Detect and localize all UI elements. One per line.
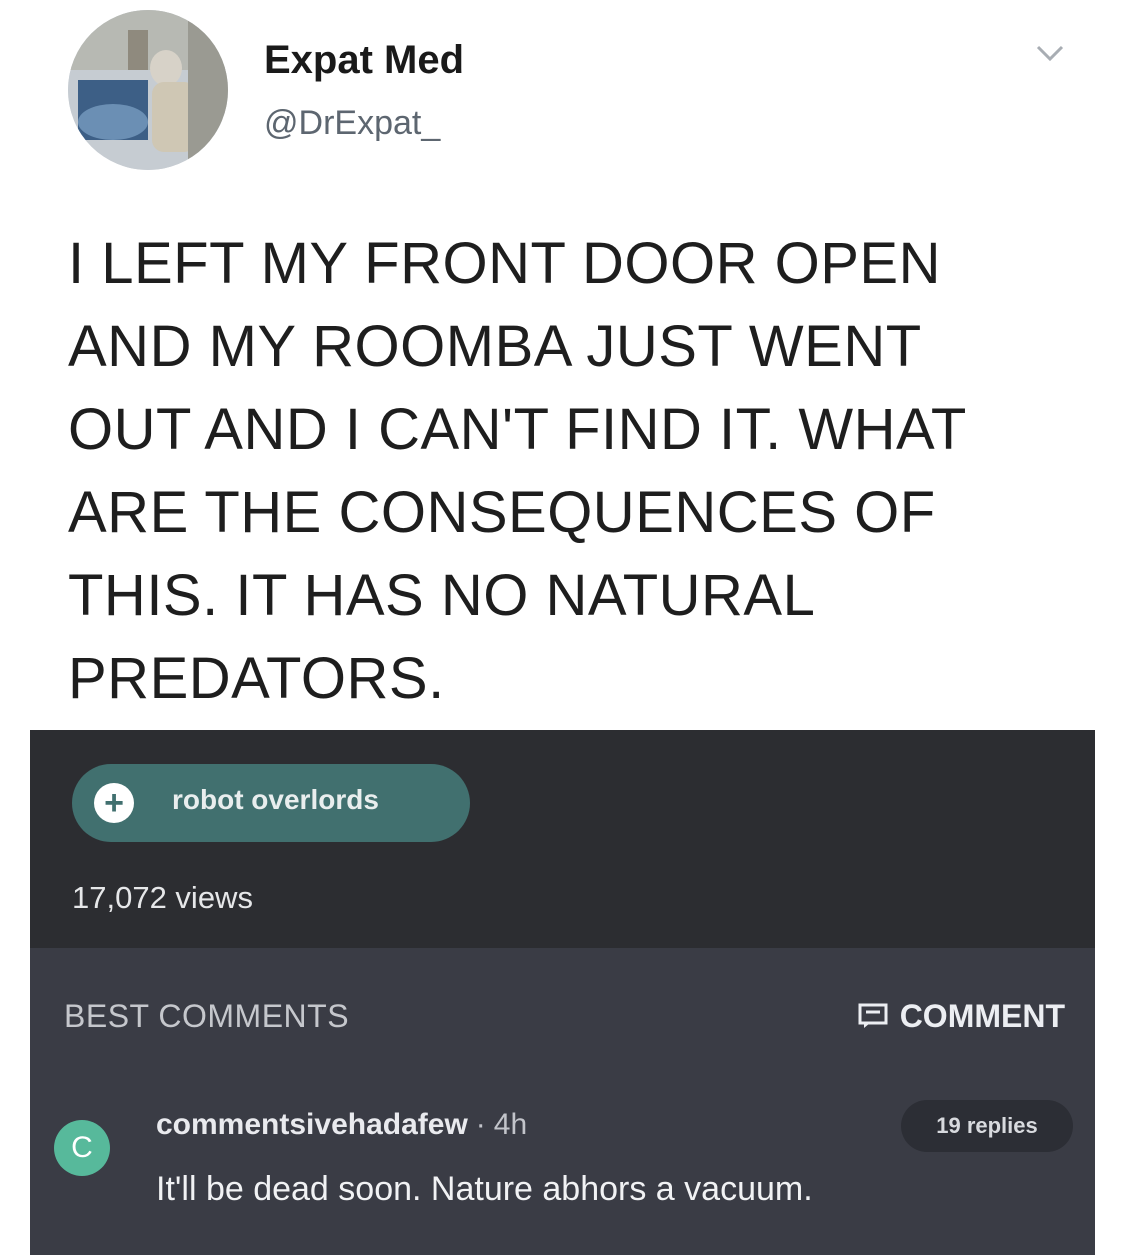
tweet-line: THIS. IT HAS NO NATURAL bbox=[68, 563, 816, 628]
tweet-text: I LEFT MY FRONT DOOR OPEN AND MY ROOMBA … bbox=[68, 222, 1058, 720]
comment-button[interactable]: COMMENT bbox=[858, 996, 1065, 1036]
comment-icon bbox=[858, 1003, 888, 1028]
display-name[interactable]: Expat Med bbox=[264, 38, 464, 83]
comment-button-label: COMMENT bbox=[899, 997, 1065, 1034]
replies-button[interactable]: 19 replies bbox=[901, 1100, 1073, 1152]
best-comments-label: BEST COMMENTS bbox=[64, 998, 350, 1034]
avatar[interactable] bbox=[68, 10, 228, 170]
tweet-line: AND MY ROOMBA JUST WENT bbox=[68, 314, 922, 379]
commenter-avatar[interactable]: C bbox=[54, 1120, 110, 1176]
tweet-line: OUT AND I CAN'T FIND IT. WHAT bbox=[68, 397, 967, 462]
tag-pill[interactable]: + robot overlords bbox=[72, 764, 470, 842]
post-meta: + robot overlords 17,072 views bbox=[30, 730, 1095, 948]
plus-icon: + bbox=[94, 783, 134, 823]
user-handle[interactable]: @DrExpat_ bbox=[264, 104, 440, 143]
post-screenshot: Expat Med @DrExpat_ I LEFT MY FRONT DOOR… bbox=[30, 0, 1095, 1255]
avatar-photo bbox=[68, 10, 228, 170]
comment-separator: · bbox=[475, 1108, 486, 1141]
tweet-line: PREDATORS. bbox=[68, 646, 445, 711]
comment-username[interactable]: commentsivehadafew bbox=[156, 1108, 468, 1141]
comments-section: BEST COMMENTS COMMENT C commentsivehadaf… bbox=[30, 948, 1095, 1255]
comment-text: It'll be dead soon. Nature abhors a vacu… bbox=[156, 1170, 813, 1208]
chevron-down-icon[interactable] bbox=[1030, 38, 1070, 68]
comment-header: commentsivehadafew · 4h bbox=[156, 1108, 527, 1142]
tweet-card: Expat Med @DrExpat_ I LEFT MY FRONT DOOR… bbox=[30, 0, 1095, 730]
tweet-line: I LEFT MY FRONT DOOR OPEN bbox=[68, 231, 941, 296]
tag-label: robot overlords bbox=[172, 784, 379, 815]
view-count: 17,072 views bbox=[72, 880, 253, 915]
comment-timestamp: 4h bbox=[493, 1108, 528, 1141]
tweet-line: ARE THE CONSEQUENCES OF bbox=[68, 480, 936, 545]
